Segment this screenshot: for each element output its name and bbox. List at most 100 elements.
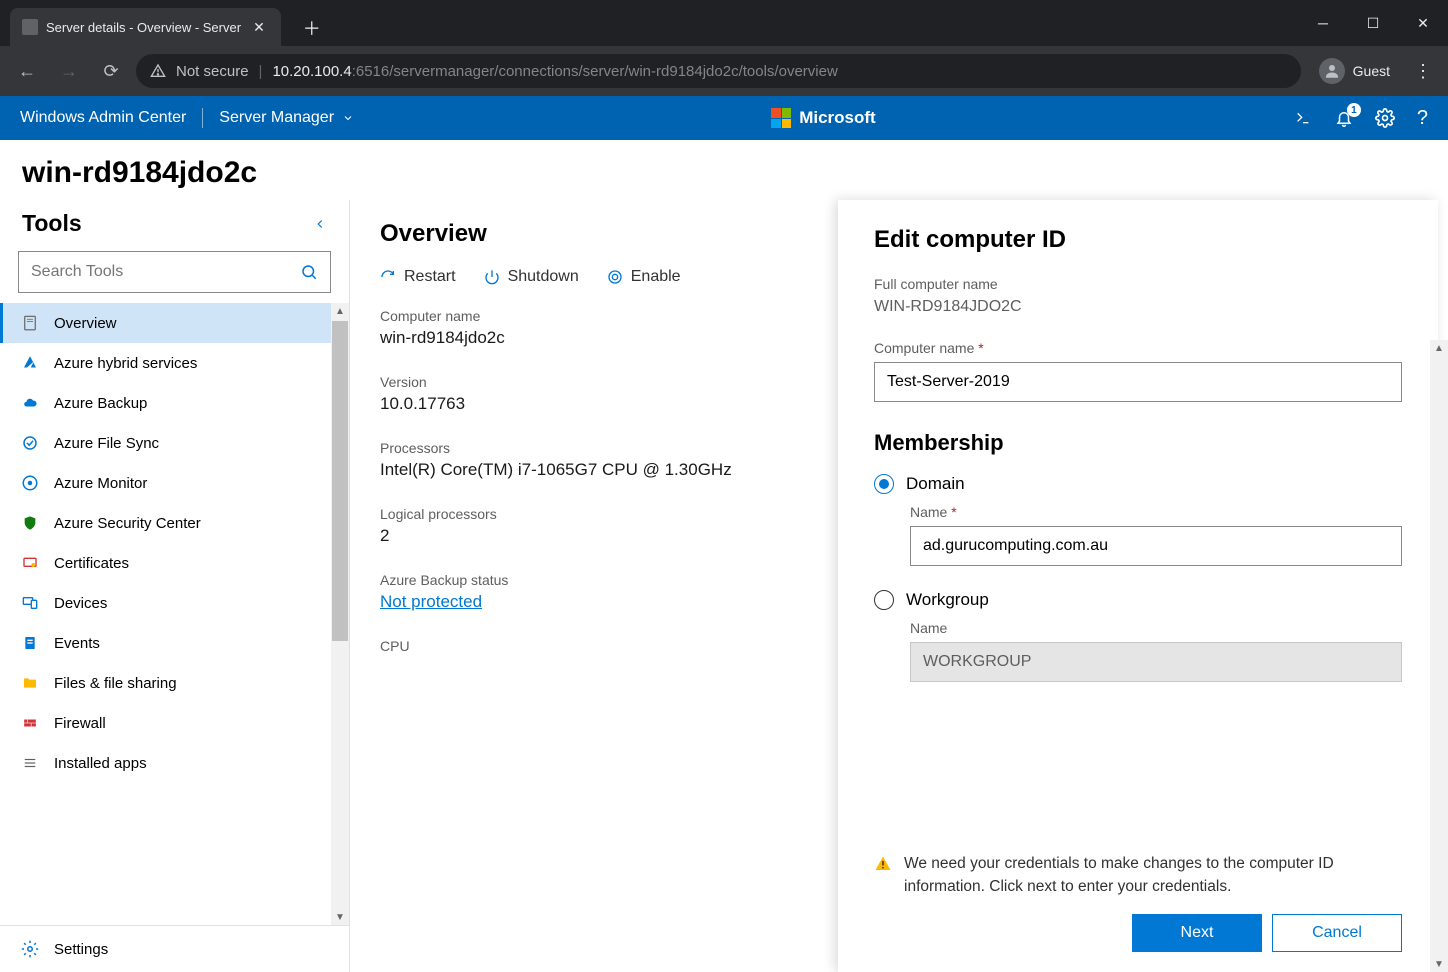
notifications-icon[interactable]: 1: [1335, 109, 1353, 127]
content: Tools OverviewAzure hybrid servicesAzure…: [0, 200, 1448, 972]
page-scroll-down[interactable]: ▼: [1431, 956, 1447, 972]
sync-icon: [20, 434, 40, 452]
sidebar-item-files-file-sharing[interactable]: Files & file sharing: [0, 663, 349, 703]
scrollbar[interactable]: ▲ ▼: [331, 303, 349, 925]
address-bar[interactable]: Not secure | 10.20.100.4:6516/servermana…: [136, 54, 1301, 88]
sidebar-item-firewall[interactable]: Firewall: [0, 703, 349, 743]
sidebar-item-azure-file-sync[interactable]: Azure File Sync: [0, 423, 349, 463]
profile-chip[interactable]: Guest: [1309, 58, 1400, 84]
info-label: CPU: [380, 638, 889, 654]
address-row: ← → ⟳ Not secure | 10.20.100.4:6516/serv…: [0, 46, 1448, 96]
search-box[interactable]: [18, 251, 331, 293]
shield-icon: [20, 514, 40, 532]
full-name-label: Full computer name: [874, 276, 1402, 292]
sidebar-item-installed-apps[interactable]: Installed apps: [0, 743, 349, 783]
back-button[interactable]: ←: [10, 54, 44, 88]
settings-label: Settings: [54, 941, 108, 958]
enable-button[interactable]: Enable: [607, 268, 681, 286]
search-input[interactable]: [31, 263, 300, 281]
sidebar-item-label: Installed apps: [54, 755, 147, 772]
workgroup-name-input: [910, 642, 1402, 682]
info-label: Version: [380, 374, 889, 390]
close-window-button[interactable]: ✕: [1398, 3, 1448, 43]
domain-radio[interactable]: Domain: [874, 474, 1402, 494]
sidebar-item-events[interactable]: Events: [0, 623, 349, 663]
domain-radio-label: Domain: [906, 474, 965, 494]
sidebar-settings[interactable]: Settings: [0, 926, 349, 972]
sidebar-item-azure-security-center[interactable]: Azure Security Center: [0, 503, 349, 543]
settings-icon[interactable]: [1375, 108, 1395, 128]
wac-brand[interactable]: Windows Admin Center: [20, 109, 186, 127]
browser-tab[interactable]: Server details - Overview - Server ✕: [10, 8, 281, 46]
divider: [202, 108, 203, 128]
new-tab-button[interactable]: ＋: [295, 11, 329, 45]
radio-checked-icon: [874, 474, 894, 494]
sidebar-item-certificates[interactable]: Certificates: [0, 543, 349, 583]
breadcrumb[interactable]: Server Manager: [219, 109, 354, 127]
info-cell: Logical processors 2: [380, 506, 889, 546]
url-text: 10.20.100.4:6516/servermanager/connectio…: [272, 63, 837, 80]
sidebar-item-label: Files & file sharing: [54, 675, 177, 692]
cancel-button[interactable]: Cancel: [1272, 914, 1402, 952]
forward-button[interactable]: →: [52, 54, 86, 88]
firewall-icon: [20, 714, 40, 732]
sidebar-item-label: Certificates: [54, 555, 129, 572]
console-icon[interactable]: [1293, 110, 1313, 126]
sidebar-item-label: Azure Monitor: [54, 475, 147, 492]
devices-icon: [20, 594, 40, 612]
scroll-up[interactable]: ▲: [332, 303, 348, 319]
sidebar-item-devices[interactable]: Devices: [0, 583, 349, 623]
tab-title: Server details - Overview - Server: [46, 20, 241, 35]
close-icon[interactable]: ✕: [249, 17, 269, 38]
sidebar-item-azure-monitor[interactable]: Azure Monitor: [0, 463, 349, 503]
page-scroll-up[interactable]: ▲: [1431, 340, 1447, 356]
sidebar-item-azure-hybrid-services[interactable]: Azure hybrid services: [0, 343, 349, 383]
membership-heading: Membership: [874, 430, 1402, 456]
page-title: win-rd9184jdo2c: [0, 140, 1448, 200]
window-controls: ─ ☐ ✕: [1298, 3, 1448, 43]
azure-icon: [20, 354, 40, 372]
power-icon: [484, 269, 500, 285]
scroll-down[interactable]: ▼: [332, 909, 348, 925]
info-value: Intel(R) Core(TM) i7-1065G7 CPU @ 1.30GH…: [380, 460, 889, 480]
apps-icon: [20, 754, 40, 772]
next-button[interactable]: Next: [1132, 914, 1262, 952]
browser-menu-button[interactable]: ⋮: [1408, 61, 1438, 82]
restart-icon: [380, 269, 396, 285]
collapse-button[interactable]: [313, 217, 327, 231]
cloud-icon: [20, 394, 40, 412]
chevron-down-icon: [342, 112, 354, 124]
maximize-button[interactable]: ☐: [1348, 3, 1398, 43]
sidebar-item-overview[interactable]: Overview: [0, 303, 349, 343]
guest-label: Guest: [1353, 63, 1390, 79]
info-cell: Version10.0.17763: [380, 374, 889, 414]
domain-name-input[interactable]: [910, 526, 1402, 566]
info-label: Computer name: [380, 308, 889, 324]
restart-button[interactable]: Restart: [380, 268, 456, 286]
scroll-thumb[interactable]: [332, 321, 348, 641]
main-container: Overview Restart Shutdown Enable Compute…: [350, 200, 1448, 972]
shutdown-button[interactable]: Shutdown: [484, 268, 579, 286]
notification-badge: 1: [1347, 103, 1361, 117]
workgroup-radio[interactable]: Workgroup: [874, 590, 1402, 610]
computer-name-input[interactable]: [874, 362, 1402, 402]
search-icon: [300, 263, 318, 281]
help-icon[interactable]: ?: [1417, 107, 1428, 130]
server-icon: [20, 314, 40, 332]
sidebar-item-label: Azure Security Center: [54, 515, 201, 532]
page-scrollbar[interactable]: ▲ ▼: [1430, 340, 1448, 972]
tool-list: Overview Azure hybrid services Azure Backu…: [0, 303, 349, 925]
enable-label: Enable: [631, 268, 681, 286]
sidebar-item-label: Azure hybrid services: [54, 355, 197, 372]
sidebar-item-azure-backup[interactable]: Azure Backup: [0, 383, 349, 423]
info-label: Azure Backup status: [380, 572, 889, 588]
minimize-button[interactable]: ─: [1298, 3, 1348, 43]
browser-chrome: Server details - Overview - Server ✕ ＋ ─…: [0, 0, 1448, 96]
info-value: 2: [380, 526, 889, 546]
info-value[interactable]: Not protected: [380, 592, 889, 612]
info-label: Logical processors: [380, 506, 889, 522]
warning-triangle-icon: [874, 855, 892, 873]
events-icon: [20, 634, 40, 652]
gear-icon: [20, 940, 40, 958]
reload-button[interactable]: ⟳: [94, 54, 128, 88]
